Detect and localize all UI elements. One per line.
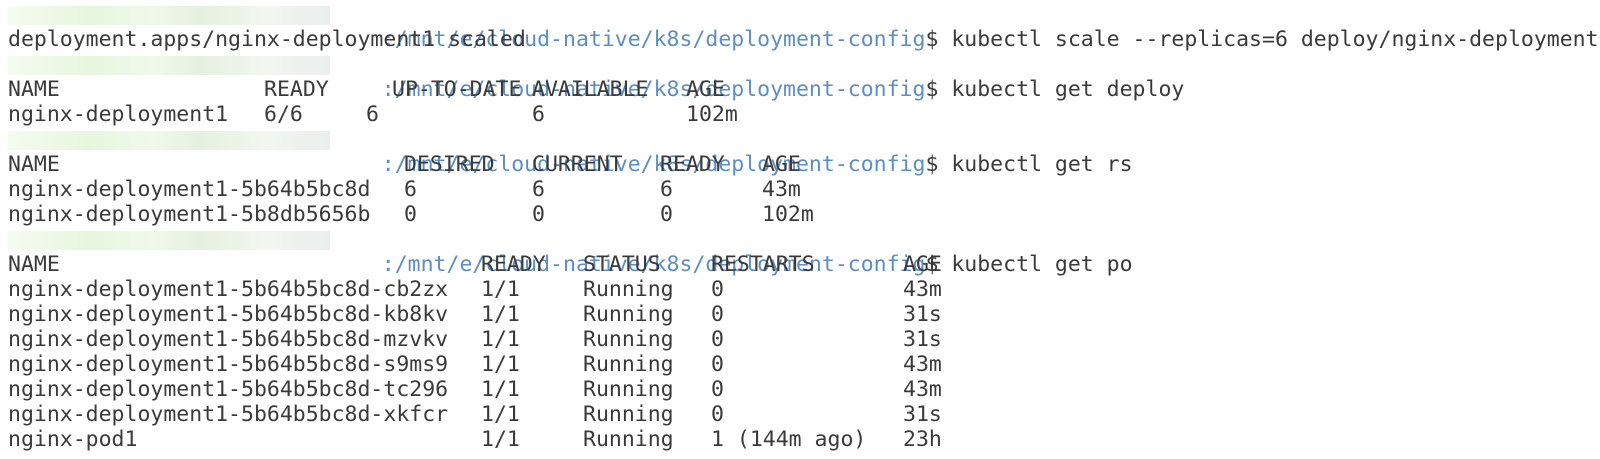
- table-cell: Running: [583, 277, 674, 302]
- table-cell: nginx-deployment1-5b64b5bc8d: [8, 177, 371, 202]
- column-header: RESTARTS: [711, 252, 815, 277]
- table-cell: Running: [583, 402, 674, 427]
- table-cell: Running: [583, 377, 674, 402]
- table-cell: 0: [711, 277, 724, 302]
- table-cell: 1/1: [481, 277, 520, 302]
- prompt-dollar: $: [925, 152, 939, 177]
- column-header: CURRENT: [532, 152, 623, 177]
- table-cell: Running: [583, 302, 674, 327]
- column-header: NAME: [8, 152, 60, 177]
- table-cell: 0: [532, 202, 545, 227]
- redacted-user-host: [8, 131, 330, 150]
- column-header: READY: [660, 152, 725, 177]
- prompt-line: :/mnt/e/cloud-native/k8s/deployment-conf…: [330, 127, 1133, 177]
- column-header: NAME: [8, 252, 60, 277]
- table-cell: nginx-deployment1-5b64b5bc8d-mzvkv: [8, 327, 449, 352]
- command-text: kubectl get rs: [951, 152, 1133, 177]
- table-cell: 43m: [903, 352, 942, 377]
- command-text: kubectl get po: [951, 252, 1133, 277]
- table-cell: 31s: [903, 302, 942, 327]
- column-header: AGE: [762, 152, 801, 177]
- column-header: READY: [264, 77, 329, 102]
- table-cell: 0: [660, 202, 673, 227]
- table-cell: 1/1: [481, 352, 520, 377]
- column-header: STATUS: [583, 252, 661, 277]
- redacted-user-host: [8, 6, 330, 25]
- prompt-dollar: $: [925, 77, 939, 102]
- terminal-window[interactable]: :/mnt/e/cloud-native/k8s/deployment-conf…: [0, 0, 1600, 459]
- table-cell: 1/1: [481, 327, 520, 352]
- column-header: AGE: [686, 77, 725, 102]
- prompt-dollar: $: [925, 27, 939, 52]
- table-cell: 6: [532, 102, 545, 127]
- column-header: READY: [481, 252, 546, 277]
- command-output: deployment.apps/nginx-deployment1 scaled: [8, 27, 526, 52]
- table-cell: 1/1: [481, 377, 520, 402]
- table-cell: 43m: [903, 377, 942, 402]
- table-cell: 6: [404, 177, 417, 202]
- table-cell: 0: [711, 377, 724, 402]
- table-cell: 6/6: [264, 102, 303, 127]
- table-cell: nginx-pod1: [8, 427, 138, 452]
- table-cell: Running: [583, 327, 674, 352]
- table-cell: 43m: [903, 277, 942, 302]
- column-header: AVAILABLE: [532, 77, 649, 102]
- column-header: NAME: [8, 77, 60, 102]
- table-cell: 6: [660, 177, 673, 202]
- redacted-user-host: [8, 56, 330, 75]
- table-cell: 43m: [762, 177, 801, 202]
- table-cell: 31s: [903, 327, 942, 352]
- table-cell: 1/1: [481, 302, 520, 327]
- table-cell: Running: [583, 427, 674, 452]
- command-text: kubectl get deploy: [951, 77, 1185, 102]
- prompt-line: :/mnt/e/cloud-native/k8s/deployment-conf…: [330, 227, 1133, 277]
- table-cell: nginx-deployment1-5b64b5bc8d-s9ms9: [8, 352, 449, 377]
- table-cell: 0: [404, 202, 417, 227]
- column-header: AGE: [903, 252, 942, 277]
- column-header: DESIRED: [404, 152, 495, 177]
- redacted-user-host: [8, 231, 330, 250]
- prompt-line: :/mnt/e/cloud-native/k8s/deployment-conf…: [330, 2, 1600, 52]
- table-cell: nginx-deployment1-5b8db5656b: [8, 202, 371, 227]
- prompt-line: :/mnt/e/cloud-native/k8s/deployment-conf…: [330, 52, 1185, 102]
- command-text: kubectl scale --replicas=6 deploy/nginx-…: [951, 27, 1600, 52]
- table-cell: nginx-deployment1: [8, 102, 229, 127]
- table-cell: 102m: [762, 202, 814, 227]
- column-header: UP-TO-DATE: [392, 77, 522, 102]
- table-cell: 1/1: [481, 427, 520, 452]
- table-cell: nginx-deployment1-5b64b5bc8d-kb8kv: [8, 302, 449, 327]
- table-cell: 0: [711, 402, 724, 427]
- table-cell: 23h: [903, 427, 942, 452]
- table-cell: nginx-deployment1-5b64b5bc8d-xkfcr: [8, 402, 449, 427]
- table-cell: 6: [366, 102, 379, 127]
- table-cell: 0: [711, 327, 724, 352]
- table-cell: 0: [711, 352, 724, 377]
- table-cell: 1/1: [481, 402, 520, 427]
- table-cell: Running: [583, 352, 674, 377]
- table-cell: 1 (144m ago): [711, 427, 867, 452]
- table-cell: 31s: [903, 402, 942, 427]
- table-cell: 0: [711, 302, 724, 327]
- table-cell: nginx-deployment1-5b64b5bc8d-cb2zx: [8, 277, 449, 302]
- table-cell: 6: [532, 177, 545, 202]
- table-cell: 102m: [686, 102, 738, 127]
- table-cell: nginx-deployment1-5b64b5bc8d-tc296: [8, 377, 449, 402]
